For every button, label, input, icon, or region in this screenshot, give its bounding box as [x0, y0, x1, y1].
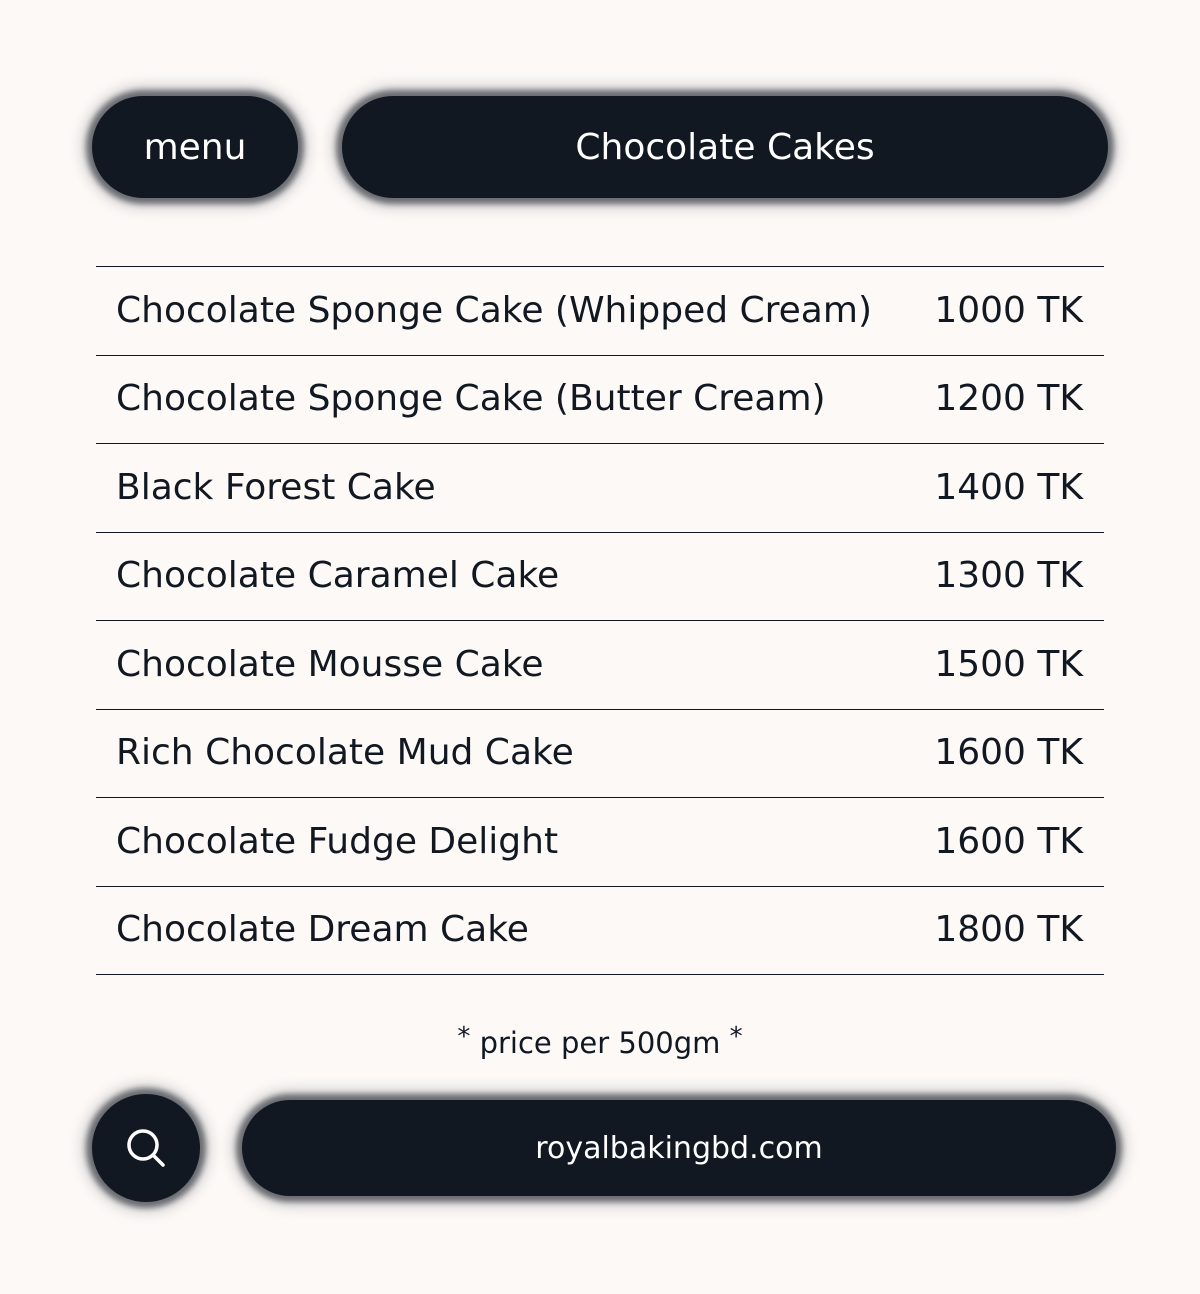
list-item: Chocolate Sponge Cake (Butter Cream) 120…: [96, 356, 1104, 444]
item-name: Rich Chocolate Mud Cake: [116, 732, 574, 774]
item-name: Chocolate Fudge Delight: [116, 820, 559, 862]
item-price: 1600 TK: [934, 732, 1083, 774]
item-name: Black Forest Cake: [116, 466, 436, 508]
item-price: 1400 TK: [934, 466, 1083, 508]
price-note: * price per 500gm *: [0, 1022, 1200, 1060]
cake-price-list: Chocolate Sponge Cake (Whipped Cream) 10…: [96, 266, 1104, 975]
asterisk: *: [729, 1022, 743, 1052]
list-item: Rich Chocolate Mud Cake 1600 TK: [96, 710, 1104, 798]
list-item: Chocolate Fudge Delight 1600 TK: [96, 798, 1104, 887]
item-name: Chocolate Dream Cake: [116, 909, 529, 951]
item-price: 1000 TK: [934, 289, 1083, 331]
menu-button[interactable]: menu: [92, 96, 298, 198]
search-icon: [127, 1129, 165, 1167]
website-link[interactable]: royalbakingbd.com: [242, 1100, 1116, 1196]
item-price: 1500 TK: [934, 643, 1083, 685]
item-price: 1300 TK: [934, 555, 1083, 597]
search-button[interactable]: [92, 1094, 200, 1202]
asterisk: *: [457, 1022, 471, 1052]
list-item: Chocolate Sponge Cake (Whipped Cream) 10…: [96, 267, 1104, 356]
price-note-text: price per 500gm: [479, 1026, 721, 1060]
list-item: Chocolate Dream Cake 1800 TK: [96, 887, 1104, 975]
item-price: 1800 TK: [934, 909, 1083, 951]
item-name: Chocolate Sponge Cake (Whipped Cream): [116, 289, 872, 331]
item-name: Chocolate Caramel Cake: [116, 555, 560, 597]
list-item: Chocolate Mousse Cake 1500 TK: [96, 621, 1104, 710]
item-price: 1600 TK: [934, 820, 1083, 862]
item-name: Chocolate Sponge Cake (Butter Cream): [116, 378, 826, 420]
item-price: 1200 TK: [934, 378, 1083, 420]
page-title: Chocolate Cakes: [342, 96, 1108, 198]
list-item: Black Forest Cake 1400 TK: [96, 444, 1104, 533]
item-name: Chocolate Mousse Cake: [116, 643, 544, 685]
list-item: Chocolate Caramel Cake 1300 TK: [96, 533, 1104, 621]
